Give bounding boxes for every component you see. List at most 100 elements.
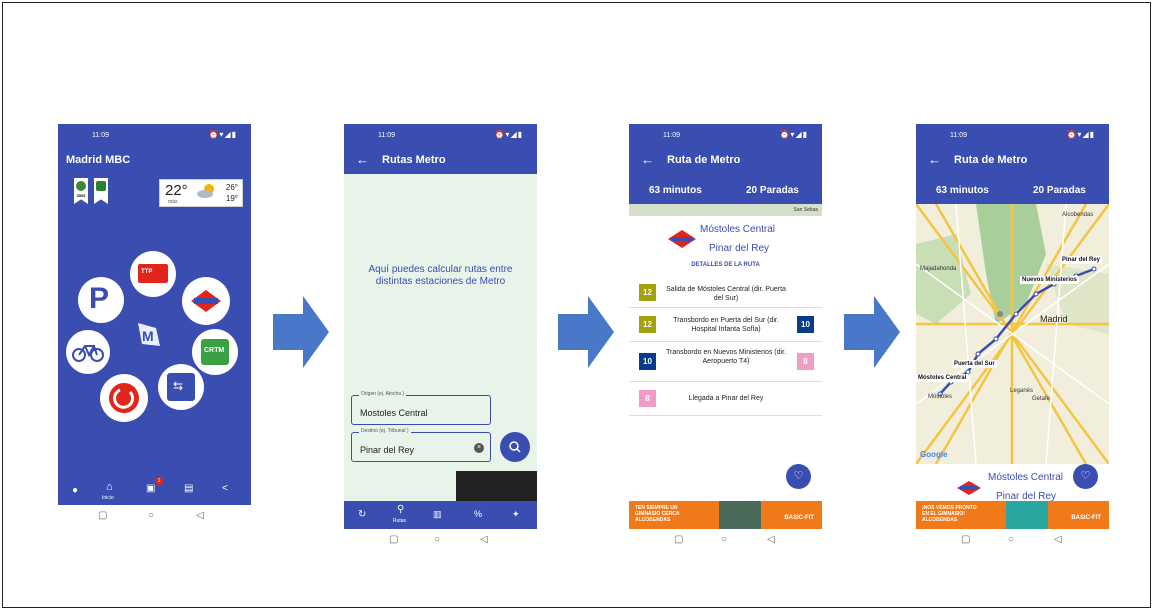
metro-button[interactable] <box>182 277 230 325</box>
crtm-bus-icon: CRTM <box>201 339 229 365</box>
status-bar: 11:09 ⏰▾◢▮ <box>58 124 251 146</box>
line-12-icon: 12 <box>639 284 656 301</box>
search-button[interactable] <box>500 432 530 462</box>
search-tab-icon[interactable]: ⚲ <box>397 504 404 515</box>
info-text: Aquí puedes calcular rutas entre distint… <box>368 264 513 287</box>
route-step: 12 Transbordo en Puerta del Sur (dir. Ho… <box>629 308 822 342</box>
route-details-card: Móstoles Central Pinar del Rey DETALLES … <box>629 216 822 501</box>
app-bar: ← Ruta de Metro <box>916 146 1109 174</box>
map-label-getafe: Getafe <box>1032 396 1051 402</box>
recents-icon[interactable]: ▢ <box>961 534 970 545</box>
ad-brand: BASIC-FIT <box>1071 515 1101 521</box>
recents-icon[interactable]: ▢ <box>98 510 107 521</box>
route-map[interactable]: Alcobendas Majadahonda Pinar del Rey Nue… <box>916 204 1109 464</box>
status-bar: 11:09 ⏰▾◢▮ <box>916 124 1109 146</box>
percent-icon[interactable]: % <box>474 509 482 519</box>
flow-arrow-3 <box>844 296 900 368</box>
renfe-button[interactable] <box>100 374 148 422</box>
back-arrow-icon[interactable]: ← <box>356 152 369 167</box>
duration: 63 minutos <box>649 185 702 196</box>
android-back-icon[interactable]: ◁ <box>767 534 775 545</box>
search-icon <box>509 441 521 453</box>
line-10-icon: 10 <box>639 353 656 370</box>
ad-brand: BASIC-FIT <box>784 515 814 521</box>
bicycle-icon <box>72 345 104 362</box>
heart-icon: ♡ <box>793 470 804 482</box>
ad-banner[interactable]: TEN SIEMPRE UN GIMNASIO CERCA ALCOBENDAS… <box>629 501 822 529</box>
history-icon[interactable]: ↻ <box>358 509 366 520</box>
stop-count: 20 Paradas <box>1033 185 1086 196</box>
fuel-price-label: 350€ <box>76 193 86 198</box>
status-icons: ⏰▾◢▮ <box>208 130 237 139</box>
profile-icon[interactable]: ● <box>72 485 78 496</box>
recents-icon[interactable]: ▢ <box>674 534 683 545</box>
parking-button[interactable]: P <box>78 277 124 323</box>
home-tab-label: Inicio <box>102 495 114 501</box>
android-back-icon[interactable]: ◁ <box>196 510 204 521</box>
route-summary: 63 minutos 20 Paradas <box>916 174 1109 204</box>
origin-value: Mostoles Central <box>360 408 428 418</box>
status-bar: 11:09 ⏰▾◢▮ <box>629 124 822 146</box>
bike-button[interactable] <box>66 330 110 374</box>
weather-widget[interactable]: 22° más 26° 19° <box>159 179 243 207</box>
back-arrow-icon[interactable]: ← <box>928 152 941 167</box>
store-icon[interactable]: ▤ <box>184 483 193 494</box>
android-home-icon[interactable]: ○ <box>148 510 154 521</box>
fuel-pump-icon <box>96 181 106 191</box>
twitter-icon[interactable]: ✦ <box>512 509 520 520</box>
android-back-icon[interactable]: ◁ <box>1054 534 1062 545</box>
map-preview[interactable]: San Sebas <box>629 204 822 216</box>
ttp-card-button[interactable]: TTP <box>130 251 176 297</box>
map-marker-puerta: Puerta del Sur <box>952 360 997 368</box>
metro-logo-icon <box>957 481 981 495</box>
heart-icon: ♡ <box>1080 470 1091 482</box>
parking-icon: P <box>89 282 110 315</box>
crtm-button[interactable]: CRTM <box>192 329 238 375</box>
step-text: Llegada a Pinar del Rey <box>688 395 764 402</box>
home-icon[interactable]: ⌂ <box>106 481 113 493</box>
origin-label: Origen (ej. Atocha ) <box>359 391 407 397</box>
android-back-icon[interactable]: ◁ <box>480 534 488 545</box>
interchange-button[interactable]: ⇆ <box>158 364 204 410</box>
ad-text: TEN SIEMPRE UN GIMNASIO CERCA ALCOBENDAS <box>635 505 680 523</box>
messages-icon[interactable]: ▣ <box>146 483 155 494</box>
favorite-button[interactable]: ♡ <box>786 464 811 489</box>
weather-low: 19° <box>225 194 238 203</box>
notification-badge: 1 <box>155 477 163 485</box>
weather-more: más <box>168 199 178 205</box>
route-details-title: DETALLES DE LA RUTA <box>691 262 760 268</box>
metro-logo-icon <box>191 290 221 312</box>
recents-icon[interactable]: ▢ <box>389 534 398 545</box>
phone-home-screen: 11:09 ⏰▾◢▮ Madrid MBC 350€ 22° más 26° 1… <box>58 124 251 529</box>
globe-icon <box>76 181 86 191</box>
mbc-logo-button[interactable]: M <box>132 320 162 350</box>
step-text: Salida de Móstoles Central (dir. Puerta … <box>666 286 786 302</box>
map-marker-pinar: Pinar del Rey <box>1060 256 1103 264</box>
phone-route-map: 11:09 ⏰▾◢▮ ← Ruta de Metro 63 minutos 20… <box>916 124 1109 529</box>
favorite-button[interactable]: ♡ <box>1073 464 1098 489</box>
android-home-icon[interactable]: ○ <box>434 534 440 545</box>
line-8-icon: 8 <box>797 353 814 370</box>
clear-icon[interactable]: × <box>474 443 484 453</box>
stop-count: 20 Paradas <box>746 185 799 196</box>
android-navbar: ▢ ○ ◁ <box>58 505 251 529</box>
android-home-icon[interactable]: ○ <box>721 534 727 545</box>
back-arrow-icon[interactable]: ← <box>641 152 654 167</box>
ad-banner[interactable]: ¡NOS VEMOS PRONTO EN EL GIMNASIO! ALCOBE… <box>916 501 1109 529</box>
route-step: 8 Llegada a Pinar del Rey <box>629 382 822 416</box>
ad-text: ¡NOS VEMOS PRONTO EN EL GIMNASIO! ALCOBE… <box>922 505 977 523</box>
ad-placeholder <box>456 471 537 501</box>
destination-label: Destino (ej. Tribunal ) <box>359 428 411 434</box>
origin-field[interactable]: Origen (ej. Atocha ) Mostoles Central <box>351 391 491 425</box>
map-icon[interactable]: ▥ <box>433 509 442 520</box>
status-time: 11:09 <box>663 132 680 139</box>
screen-title: Ruta de Metro <box>667 154 741 166</box>
route-summary: 63 minutos 20 Paradas <box>629 174 822 204</box>
destination-station: Pinar del Rey <box>709 243 770 254</box>
screen-title: Rutas Metro <box>382 154 446 166</box>
ad-image <box>719 501 761 529</box>
android-home-icon[interactable]: ○ <box>1008 534 1014 545</box>
share-icon[interactable]: < <box>222 483 228 494</box>
destination-field[interactable]: Destino (ej. Tribunal ) Pinar del Rey × <box>351 428 491 462</box>
svg-text:M: M <box>142 328 154 344</box>
